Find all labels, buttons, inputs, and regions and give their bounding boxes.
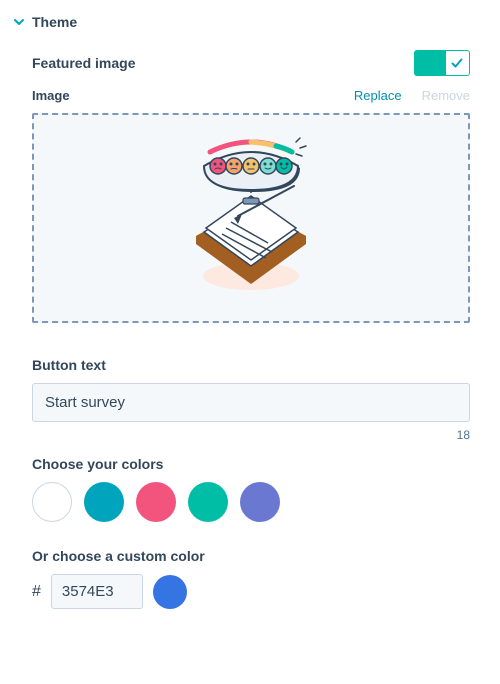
- hex-input[interactable]: [51, 574, 143, 609]
- chevron-down-icon: [14, 17, 24, 27]
- theme-section-title: Theme: [32, 14, 77, 30]
- button-text-group: Button text 18: [32, 357, 470, 442]
- color-swatch-pink[interactable]: [136, 482, 176, 522]
- button-text-char-count: 18: [32, 428, 470, 442]
- button-text-label: Button text: [32, 357, 470, 373]
- toggle-thumb: [445, 50, 470, 76]
- remove-action: Remove: [422, 88, 470, 103]
- color-swatch-purple[interactable]: [240, 482, 280, 522]
- hex-hash-symbol: #: [32, 583, 41, 601]
- image-preview-box[interactable]: [32, 113, 470, 323]
- button-text-input[interactable]: [32, 383, 470, 422]
- color-swatch-white[interactable]: [32, 482, 72, 522]
- custom-color-group: Or choose a custom color #: [32, 548, 470, 609]
- colors-label: Choose your colors: [32, 456, 470, 472]
- color-swatch-teal[interactable]: [84, 482, 124, 522]
- custom-color-swatch[interactable]: [153, 575, 187, 609]
- theme-section-header[interactable]: Theme: [14, 14, 470, 30]
- color-swatch-green[interactable]: [188, 482, 228, 522]
- check-icon: [450, 56, 464, 70]
- custom-color-row: #: [32, 574, 470, 609]
- image-actions: Replace Remove: [354, 88, 470, 103]
- custom-color-label: Or choose a custom color: [32, 548, 470, 564]
- color-swatches: [32, 482, 470, 522]
- image-header-row: Image Replace Remove: [32, 88, 470, 103]
- survey-illustration: [176, 136, 326, 301]
- replace-action[interactable]: Replace: [354, 88, 402, 103]
- image-label: Image: [32, 88, 70, 103]
- featured-image-row: Featured image: [32, 50, 470, 76]
- featured-image-label: Featured image: [32, 55, 135, 71]
- toggle-track: [414, 50, 445, 76]
- colors-group: Choose your colors: [32, 456, 470, 522]
- featured-image-toggle[interactable]: [414, 50, 470, 76]
